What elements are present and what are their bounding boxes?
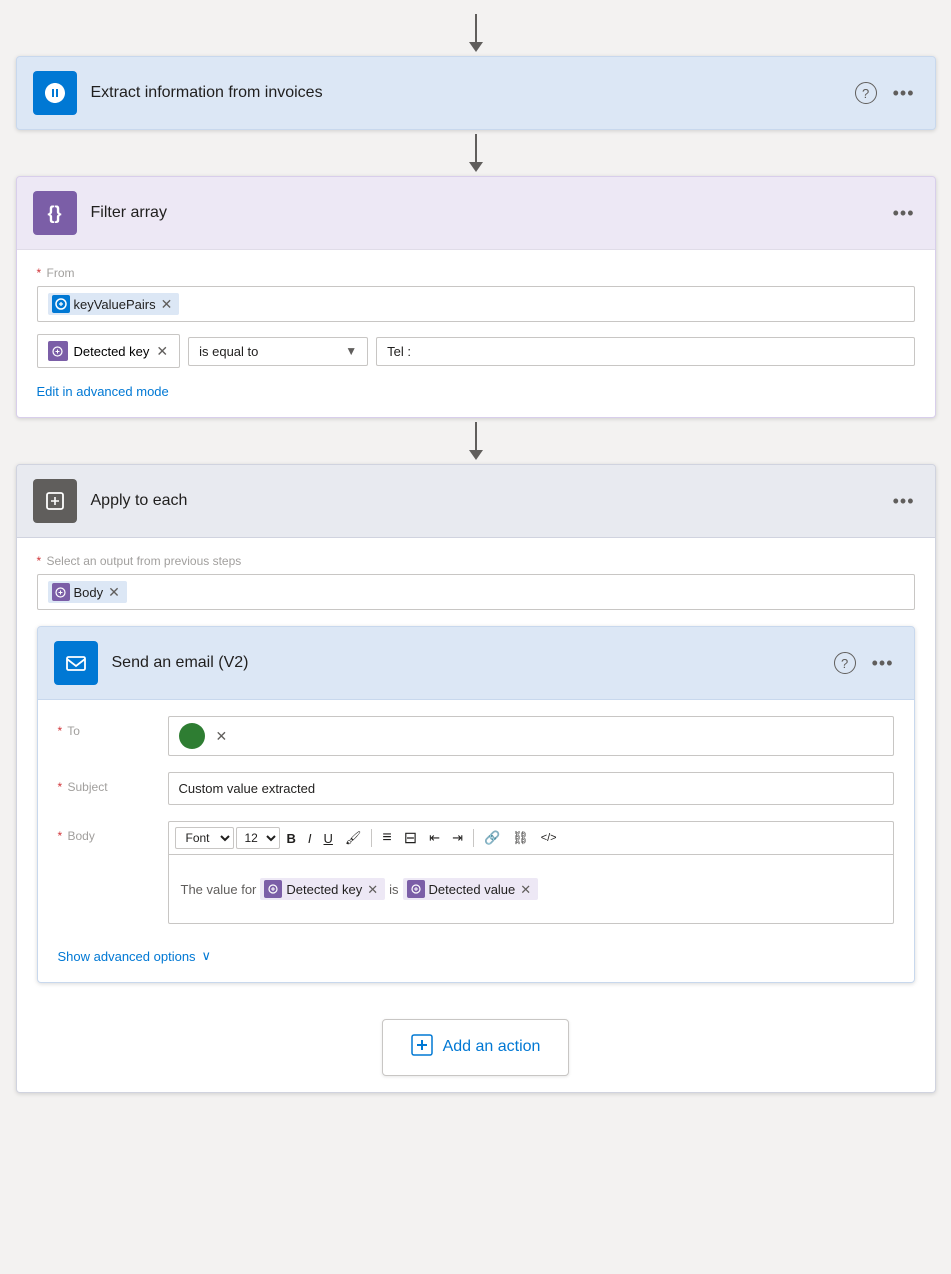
token-icon (52, 295, 70, 313)
detected-value-body-label: Detected value (429, 882, 516, 897)
to-input-field[interactable]: ✕ (168, 716, 894, 756)
show-advanced-chevron: ∨ (202, 948, 212, 964)
filter-body: * From keyValuePairs ✕ (17, 249, 935, 417)
bold-button[interactable]: B (282, 829, 301, 848)
filter-icon: {} (33, 191, 77, 235)
extract-title: Extract information from invoices (91, 84, 855, 102)
key-value-pairs-remove[interactable]: ✕ (160, 297, 174, 311)
numbering-button[interactable]: ⊟ (399, 826, 422, 850)
font-select[interactable]: Font (175, 827, 234, 849)
bullets-button[interactable]: ≡ (377, 827, 396, 849)
filter-condition-row: Detected key ✕ is equal to ▼ (37, 334, 915, 368)
detected-key-body-label: Detected key (286, 882, 362, 897)
to-label: * To (58, 716, 168, 738)
from-token-field[interactable]: keyValuePairs ✕ (37, 286, 915, 322)
apply-body: * Select an output from previous steps B… (17, 537, 935, 1092)
detected-key-body-icon (264, 880, 282, 898)
link-button[interactable]: 🔗 (479, 828, 505, 848)
extract-icon (33, 71, 77, 115)
detected-key-icon (48, 341, 68, 361)
apply-menu-button[interactable]: ••• (889, 489, 919, 514)
add-action-button[interactable]: Add an action (382, 1019, 570, 1076)
email-title: Send an email (V2) (112, 654, 834, 672)
body-token: Body ✕ (48, 581, 127, 603)
extract-help-icon[interactable]: ? (855, 82, 877, 104)
code-button[interactable]: </> (536, 830, 562, 846)
from-label: * From (37, 266, 915, 280)
show-advanced-options[interactable]: Show advanced options ∨ (58, 948, 212, 964)
edit-advanced-link[interactable]: Edit in advanced mode (37, 384, 169, 399)
inner-container: Send an email (V2) ? ••• * To (37, 626, 915, 999)
body-token-label: Body (74, 585, 104, 600)
add-action-icon (411, 1034, 433, 1061)
subject-row: * Subject Custom value extracted (58, 772, 894, 805)
body-token-icon (52, 583, 70, 601)
apply-icon (33, 479, 77, 523)
add-action-container: Add an action (37, 1019, 915, 1076)
detected-value-body-icon (407, 880, 425, 898)
to-remove[interactable]: ✕ (215, 729, 229, 743)
filter-value-input[interactable] (376, 337, 914, 366)
filter-array-card: {} Filter array ••• * From ke (16, 176, 936, 418)
email-menu-button[interactable]: ••• (868, 651, 898, 676)
output-token-field[interactable]: Body ✕ (37, 574, 915, 610)
extract-menu-button[interactable]: ••• (889, 81, 919, 106)
unlink-button[interactable]: ⛓ (507, 828, 534, 848)
email-icon (54, 641, 98, 685)
body-token-remove[interactable]: ✕ (107, 585, 121, 599)
body-prefix-text: The value for (181, 882, 257, 897)
filter-menu-button[interactable]: ••• (889, 201, 919, 226)
body-middle-text: is (389, 882, 398, 897)
body-editor-container: Font 12 B I U 🖌 (168, 821, 894, 924)
email-help-icon[interactable]: ? (834, 652, 856, 674)
key-value-pairs-token: keyValuePairs ✕ (48, 293, 180, 315)
detected-key-body-token: Detected key ✕ (260, 878, 385, 900)
select-output-label: * Select an output from previous steps (37, 554, 915, 568)
font-size-select[interactable]: 12 (236, 827, 280, 849)
extract-card: Extract information from invoices ? ••• (16, 56, 936, 130)
subject-label: * Subject (58, 772, 168, 794)
detected-value-body-token: Detected value ✕ (403, 878, 539, 900)
to-row: * To ✕ (58, 716, 894, 756)
detected-key-label: Detected key (74, 344, 150, 359)
body-toolbar: Font 12 B I U 🖌 (168, 821, 894, 854)
detected-key-remove[interactable]: ✕ (155, 344, 169, 358)
subject-input[interactable]: Custom value extracted (168, 772, 894, 805)
add-action-label: Add an action (443, 1038, 541, 1056)
body-editor-content[interactable]: The value for Detected (168, 854, 894, 924)
to-field-container: ✕ (168, 716, 894, 756)
body-row: * Body Font 12 (58, 821, 894, 924)
indent-right-button[interactable]: ⇥ (447, 828, 468, 848)
italic-button[interactable]: I (303, 829, 317, 848)
show-advanced-label: Show advanced options (58, 949, 196, 964)
apply-title: Apply to each (91, 492, 889, 510)
operator-select[interactable]: is equal to ▼ (188, 337, 368, 366)
detected-key-token: Detected key ✕ (37, 334, 181, 368)
apply-to-each-card: Apply to each ••• * Select an output fro… (16, 464, 936, 1093)
top-arrow-connector (469, 14, 483, 52)
to-avatar (179, 723, 205, 749)
key-value-pairs-label: keyValuePairs (74, 297, 156, 312)
email-card-body: * To ✕ * Subj (38, 699, 914, 982)
arrow-connector-2 (469, 422, 483, 460)
toolbar-sep-1 (371, 829, 372, 847)
filter-title: Filter array (91, 204, 889, 222)
detected-value-body-remove[interactable]: ✕ (519, 883, 532, 896)
body-label: * Body (58, 821, 168, 843)
indent-left-button[interactable]: ⇤ (424, 828, 445, 848)
operator-label: is equal to (199, 344, 258, 359)
paint-button[interactable]: 🖌 (340, 828, 367, 848)
send-email-card: Send an email (V2) ? ••• * To (37, 626, 915, 983)
toolbar-sep-2 (473, 829, 474, 847)
arrow-connector-1 (469, 134, 483, 172)
underline-button[interactable]: U (319, 829, 338, 848)
subject-field-container: Custom value extracted (168, 772, 894, 805)
detected-key-body-remove[interactable]: ✕ (366, 883, 379, 896)
operator-chevron: ▼ (345, 344, 357, 358)
